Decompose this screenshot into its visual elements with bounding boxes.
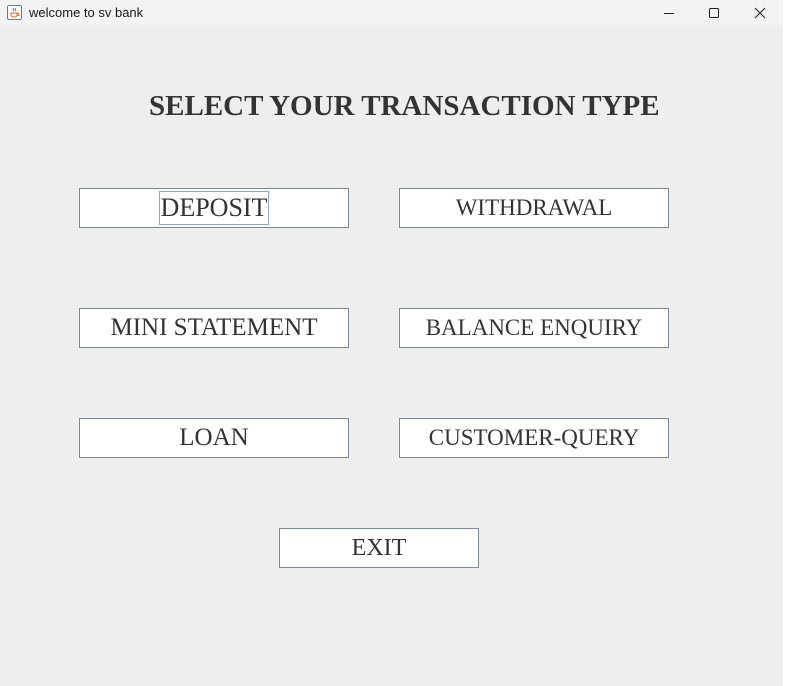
mini-statement-button[interactable]: MINI STATEMENT — [79, 308, 349, 348]
loan-button-label: LOAN — [179, 424, 249, 451]
mini-statement-button-label: MINI STATEMENT — [110, 314, 318, 341]
page-title: SELECT YOUR TRANSACTION TYPE — [149, 90, 660, 122]
customer-query-button[interactable]: CUSTOMER-QUERY — [399, 418, 669, 458]
minimize-icon[interactable] — [646, 0, 692, 26]
exit-button[interactable]: EXIT — [279, 528, 479, 568]
deposit-button[interactable]: DEPOSIT — [79, 188, 349, 228]
withdrawal-button-label: WITHDRAWAL — [455, 195, 613, 220]
app-window: welcome to sv bank SELECT YOUR TRANSACTI… — [0, 0, 783, 686]
close-icon[interactable] — [737, 0, 783, 26]
balance-enquiry-button-label: BALANCE ENQUIRY — [425, 315, 643, 340]
java-cup-icon — [7, 5, 22, 20]
maximize-icon[interactable] — [691, 0, 737, 26]
title-bar[interactable]: welcome to sv bank — [0, 0, 783, 26]
deposit-button-label: DEPOSIT — [158, 191, 270, 225]
loan-button[interactable]: LOAN — [79, 418, 349, 458]
window-title: welcome to sv bank — [29, 5, 144, 20]
customer-query-button-label: CUSTOMER-QUERY — [428, 425, 640, 450]
exit-button-label: EXIT — [351, 534, 407, 561]
withdrawal-button[interactable]: WITHDRAWAL — [399, 188, 669, 228]
balance-enquiry-button[interactable]: BALANCE ENQUIRY — [399, 308, 669, 348]
